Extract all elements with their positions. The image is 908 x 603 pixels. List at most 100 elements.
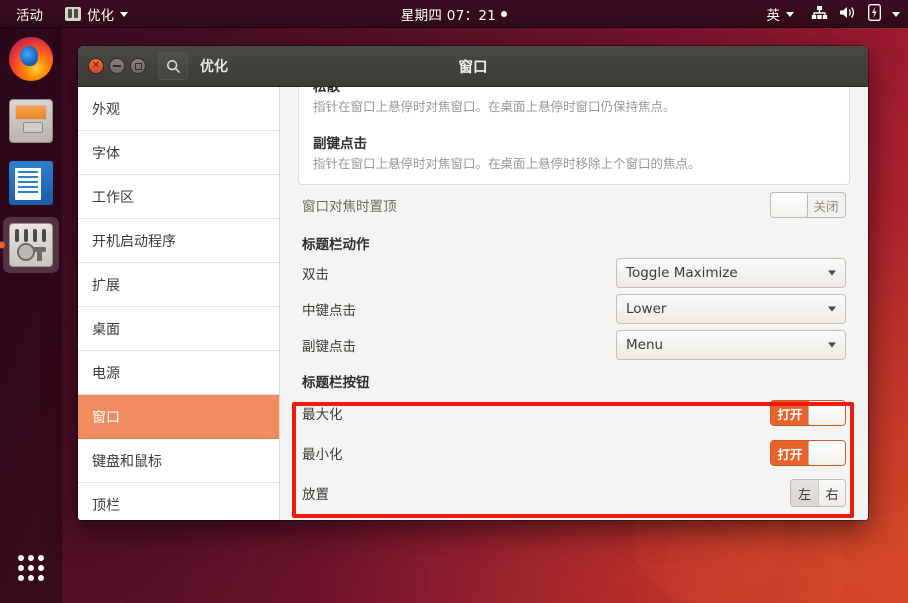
window-body: 外观 字体 工作区 开机启动程序 扩展 桌面 电源 窗口 [78, 87, 868, 520]
secondary-click-action-select[interactable]: Menu [616, 330, 846, 360]
window-titlebar: ✕ 优化 窗口 [78, 46, 868, 87]
middle-click-action-select[interactable]: Lower [616, 294, 846, 324]
clock-button[interactable]: 星期四 07：21 [401, 4, 507, 24]
app-menu-button[interactable]: 优化 [59, 2, 134, 26]
sidebar-item-workspaces[interactable]: 工作区 [78, 175, 279, 219]
secondary-click-label: 副键点击 [302, 335, 356, 355]
option-title: 松散 [313, 87, 835, 96]
maximize-button-row: 最大化 打开 [298, 393, 850, 433]
focus-option-sloppy[interactable]: 松散 指针在窗口上悬停时对焦窗口。在桌面上悬停时窗口仍保持焦点。 [299, 87, 849, 127]
battery-charging-icon[interactable] [868, 4, 881, 25]
minimize-button-row: 最小化 打开 [298, 433, 850, 473]
chevron-down-icon [828, 343, 836, 348]
placement-row: 放置 左 右 [298, 473, 850, 513]
chevron-down-icon [120, 12, 128, 17]
focus-option-secondary-click[interactable]: 副键点击 指针在窗口上悬停时对焦窗口。在桌面上悬停时移除上个窗口的焦点。 [299, 127, 849, 184]
sidebar-item-label: 桌面 [92, 319, 120, 339]
placement-segmented-control: 左 右 [790, 479, 846, 507]
minimize-switch[interactable]: 打开 [770, 440, 846, 466]
close-icon[interactable]: ✕ [88, 58, 104, 74]
switch-knob [770, 192, 808, 218]
sidebar-item-windows[interactable]: 窗口 [78, 395, 279, 439]
top-bar: 活动 优化 星期四 07：21 英 [0, 0, 908, 28]
select-value: Menu [626, 337, 663, 353]
select-value: Toggle Maximize [626, 265, 738, 281]
focus-mode-card: 松散 指针在窗口上悬停时对焦窗口。在桌面上悬停时窗口仍保持焦点。 副键点击 指针… [298, 87, 850, 185]
show-applications-button[interactable] [0, 541, 62, 595]
activities-label: 活动 [16, 4, 43, 24]
settings-content: 松散 指针在窗口上悬停时对焦窗口。在桌面上悬停时窗口仍保持焦点。 副键点击 指针… [280, 87, 868, 520]
placement-option-right[interactable]: 右 [818, 480, 845, 506]
sidebar-item-appearance[interactable]: 外观 [78, 87, 279, 131]
switch-knob [808, 400, 846, 426]
tweaks-window: ✕ 优化 窗口 外观 字体 工作区 开 [78, 46, 868, 520]
input-source-button[interactable]: 英 [761, 2, 801, 26]
switch-state-label: 打开 [771, 441, 809, 465]
dock-item-files[interactable] [0, 90, 62, 152]
chevron-down-icon [828, 271, 836, 276]
tweaks-knob-icon [33, 247, 46, 261]
placement-option-left[interactable]: 左 [791, 480, 818, 506]
show-applications-icon [18, 555, 44, 581]
window-app-title: 优化 [200, 56, 228, 76]
dock-item-firefox[interactable] [0, 28, 62, 90]
secondary-click-action-row: 副键点击 Menu [298, 327, 850, 363]
app-menu-label: 优化 [87, 4, 114, 24]
switch-state-label: 关闭 [807, 193, 845, 217]
double-click-label: 双击 [302, 263, 329, 283]
sidebar-item-label: 扩展 [92, 275, 120, 295]
minimize-label: 最小化 [302, 443, 343, 463]
option-description: 指针在窗口上悬停时对焦窗口。在桌面上悬停时窗口仍保持焦点。 [313, 98, 835, 116]
titlebar-buttons-heading: 标题栏按钮 [298, 371, 850, 391]
firefox-icon [9, 37, 53, 81]
libreoffice-writer-icon [9, 161, 53, 205]
option-title: 副键点击 [313, 135, 835, 153]
clock-label: 星期四 07：21 [401, 4, 496, 24]
tweaks-icon [65, 7, 81, 21]
network-icon[interactable] [811, 5, 828, 24]
sidebar-item-top-bar[interactable]: 顶栏 [78, 483, 279, 520]
select-value: Lower [626, 301, 666, 317]
sidebar-item-label: 顶栏 [92, 495, 120, 515]
maximize-icon[interactable] [130, 58, 146, 74]
chevron-down-icon [828, 307, 836, 312]
minimize-icon[interactable] [109, 58, 125, 74]
sidebar-item-label: 外观 [92, 99, 120, 119]
sidebar-item-label: 窗口 [92, 407, 120, 427]
files-icon [9, 99, 53, 143]
raise-on-focus-label: 窗口对焦时置顶 [302, 195, 397, 215]
maximize-switch[interactable]: 打开 [770, 400, 846, 426]
sidebar-item-label: 工作区 [92, 187, 134, 207]
double-click-action-row: 双击 Toggle Maximize [298, 255, 850, 291]
double-click-action-select[interactable]: Toggle Maximize [616, 258, 846, 288]
switch-state-label: 打开 [771, 401, 809, 425]
middle-click-action-row: 中键点击 Lower [298, 291, 850, 327]
dock [0, 28, 62, 603]
titlebar-actions-heading: 标题栏动作 [298, 233, 850, 253]
option-description: 指针在窗口上悬停时对焦窗口。在桌面上悬停时移除上个窗口的焦点。 [313, 155, 835, 173]
volume-icon[interactable] [839, 5, 857, 24]
dock-item-libreoffice-writer[interactable] [0, 152, 62, 214]
sidebar-item-fonts[interactable]: 字体 [78, 131, 279, 175]
system-menu-chevron-down-icon[interactable] [892, 12, 900, 17]
sidebar-item-label: 开机启动程序 [92, 231, 176, 251]
sidebar-item-desktop[interactable]: 桌面 [78, 307, 279, 351]
activities-button[interactable]: 活动 [10, 2, 49, 26]
search-icon[interactable] [158, 52, 188, 80]
record-dot-icon [501, 11, 507, 17]
middle-click-label: 中键点击 [302, 299, 356, 319]
dock-item-tweaks[interactable] [0, 214, 62, 276]
sidebar-item-power[interactable]: 电源 [78, 351, 279, 395]
sidebar-item-extensions[interactable]: 扩展 [78, 263, 279, 307]
raise-on-focus-switch[interactable]: 关闭 [770, 192, 846, 218]
sidebar-item-label: 电源 [92, 363, 120, 383]
sidebar: 外观 字体 工作区 开机启动程序 扩展 桌面 电源 窗口 [78, 87, 280, 520]
window-controls: ✕ [78, 58, 146, 74]
input-source-label: 英 [767, 4, 781, 24]
raise-on-focus-row: 窗口对焦时置顶 关闭 [298, 185, 850, 225]
placement-label: 放置 [302, 483, 329, 503]
sidebar-item-keyboard-and-mouse[interactable]: 键盘和鼠标 [78, 439, 279, 483]
content-bottom-edge [280, 512, 868, 520]
sidebar-item-label: 字体 [92, 143, 120, 163]
sidebar-item-startup-applications[interactable]: 开机启动程序 [78, 219, 279, 263]
